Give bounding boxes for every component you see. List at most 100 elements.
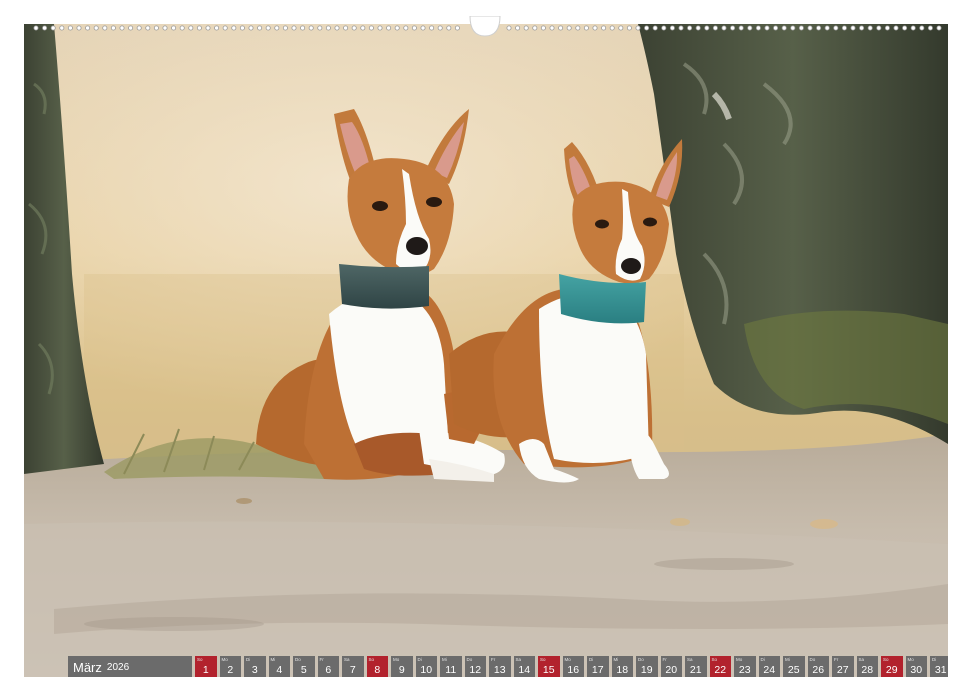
weekday-label: So [197,657,203,662]
day-number: 2 [227,664,234,676]
day-cell: Sa 28 [856,656,878,677]
weekday-label: Di [589,657,594,662]
weekday-label: Mo [564,657,571,662]
day-number: 1 [202,664,209,676]
weekday-label: Di [417,657,422,662]
day-cell: Fr 6 [317,656,339,677]
weekday-label: Sa [515,657,522,662]
day-number: 6 [325,664,332,676]
day-number: 4 [276,664,283,676]
weekday-label: Fr [662,657,667,662]
weekday-label: Di [246,657,251,662]
day-number: 7 [349,664,356,676]
weekday-label: Do [809,657,816,662]
day-number: 24 [763,664,776,676]
day-number: 26 [812,664,825,676]
day-cell: Fr 20 [660,656,682,677]
weekday-label: So [883,657,889,662]
day-number: 10 [420,664,433,676]
day-cell: Di 24 [758,656,780,677]
dog-photo [24,24,948,677]
weekday-label: Mi [613,657,619,662]
day-number: 3 [251,664,258,676]
day-number: 5 [300,664,307,676]
day-cell: Mi 18 [611,656,633,677]
weekday-label: So [368,657,375,662]
day-cell: Sa 21 [685,656,707,677]
day-number: 11 [445,664,457,676]
day-cell: Do 12 [464,656,486,677]
day-cell: Fr 13 [489,656,511,677]
weekday-label: Do [638,657,644,662]
day-cell: So 22 [709,656,731,677]
weekday-label: Sa [858,657,865,662]
day-cell: Mo 30 [905,656,927,677]
weekday-label: Mo [221,657,228,662]
day-cell: So 15 [538,656,560,677]
day-number: 21 [689,664,702,676]
weekday-label: Mo [393,657,400,662]
weekday-label: Mo [907,657,914,662]
weekday-label: Mi [270,657,276,662]
day-cell: Do 5 [293,656,315,677]
weekday-label: Fr [319,657,324,662]
day-number: 16 [567,664,580,676]
year: 2026 [106,661,130,673]
weekday-label: Fr [491,657,496,662]
weekday-label: Do [466,657,473,662]
day-number: 12 [469,664,482,676]
day-cell: Di 10 [415,656,437,677]
day-number: 18 [616,664,629,676]
day-number: 19 [640,664,653,676]
calendar-page: März 2026 So 1 Mo 2 Di 3 Mi 4 Do 5 Fr 6 Sa 7 So 8 Mo 9 Di 1… [24,24,948,677]
day-cell: Mo 16 [562,656,584,677]
day-number: 17 [591,664,604,676]
day-cell: Di 3 [244,656,266,677]
day-cell: So 8 [366,656,388,677]
weekday-label: Di [760,657,765,662]
day-cell: So 1 [195,656,217,677]
day-number: 30 [910,664,923,676]
day-number: 20 [665,664,678,676]
month-name: März [73,659,102,675]
day-cell: Mo 2 [219,656,241,677]
weekday-label: Sa [344,657,350,662]
day-number: 28 [861,664,874,676]
day-cells: So 1 Mo 2 Di 3 Mi 4 Do 5 Fr 6 Sa 7 So 8 Mo 9 Di 10 Mi 11 Do 12 F… [195,656,948,677]
day-number: 22 [714,664,727,676]
weekday-label: Do [295,657,301,662]
day-number: 8 [374,664,381,676]
day-number: 9 [398,664,405,676]
day-number: 29 [885,664,898,676]
day-number: 25 [787,664,800,676]
weekday-label: Sa [687,657,693,662]
day-number: 31 [934,664,947,676]
weekday-label: Di [932,657,937,662]
day-number: 27 [836,664,849,676]
day-cell: Sa 7 [342,656,364,677]
day-cell: Mi 11 [440,656,462,677]
day-cell: Di 31 [930,656,948,677]
day-number: 14 [518,664,531,676]
weekday-label: So [540,657,546,662]
day-cell: Mo 23 [734,656,756,677]
month-label: März 2026 [68,656,192,677]
weekday-label: So [711,657,718,662]
day-cell: So 29 [881,656,903,677]
day-cell: Sa 14 [513,656,535,677]
day-cell: Do 26 [807,656,829,677]
day-number: 15 [542,664,555,676]
weekday-label: Fr [834,657,839,662]
day-cell: Mi 25 [783,656,805,677]
weekday-label: Mi [442,657,447,662]
calendar-strip: März 2026 So 1 Mo 2 Di 3 Mi 4 Do 5 Fr 6 Sa 7 So 8 Mo 9 Di 1… [68,656,948,677]
day-cell: Di 17 [587,656,609,677]
weekday-label: Mo [736,657,743,662]
day-cell: Mi 4 [268,656,290,677]
day-number: 23 [738,664,751,676]
day-cell: Fr 27 [832,656,854,677]
day-cell: Mo 9 [391,656,413,677]
day-number: 13 [493,664,506,676]
weekday-label: Mi [785,657,790,662]
day-cell: Do 19 [636,656,658,677]
